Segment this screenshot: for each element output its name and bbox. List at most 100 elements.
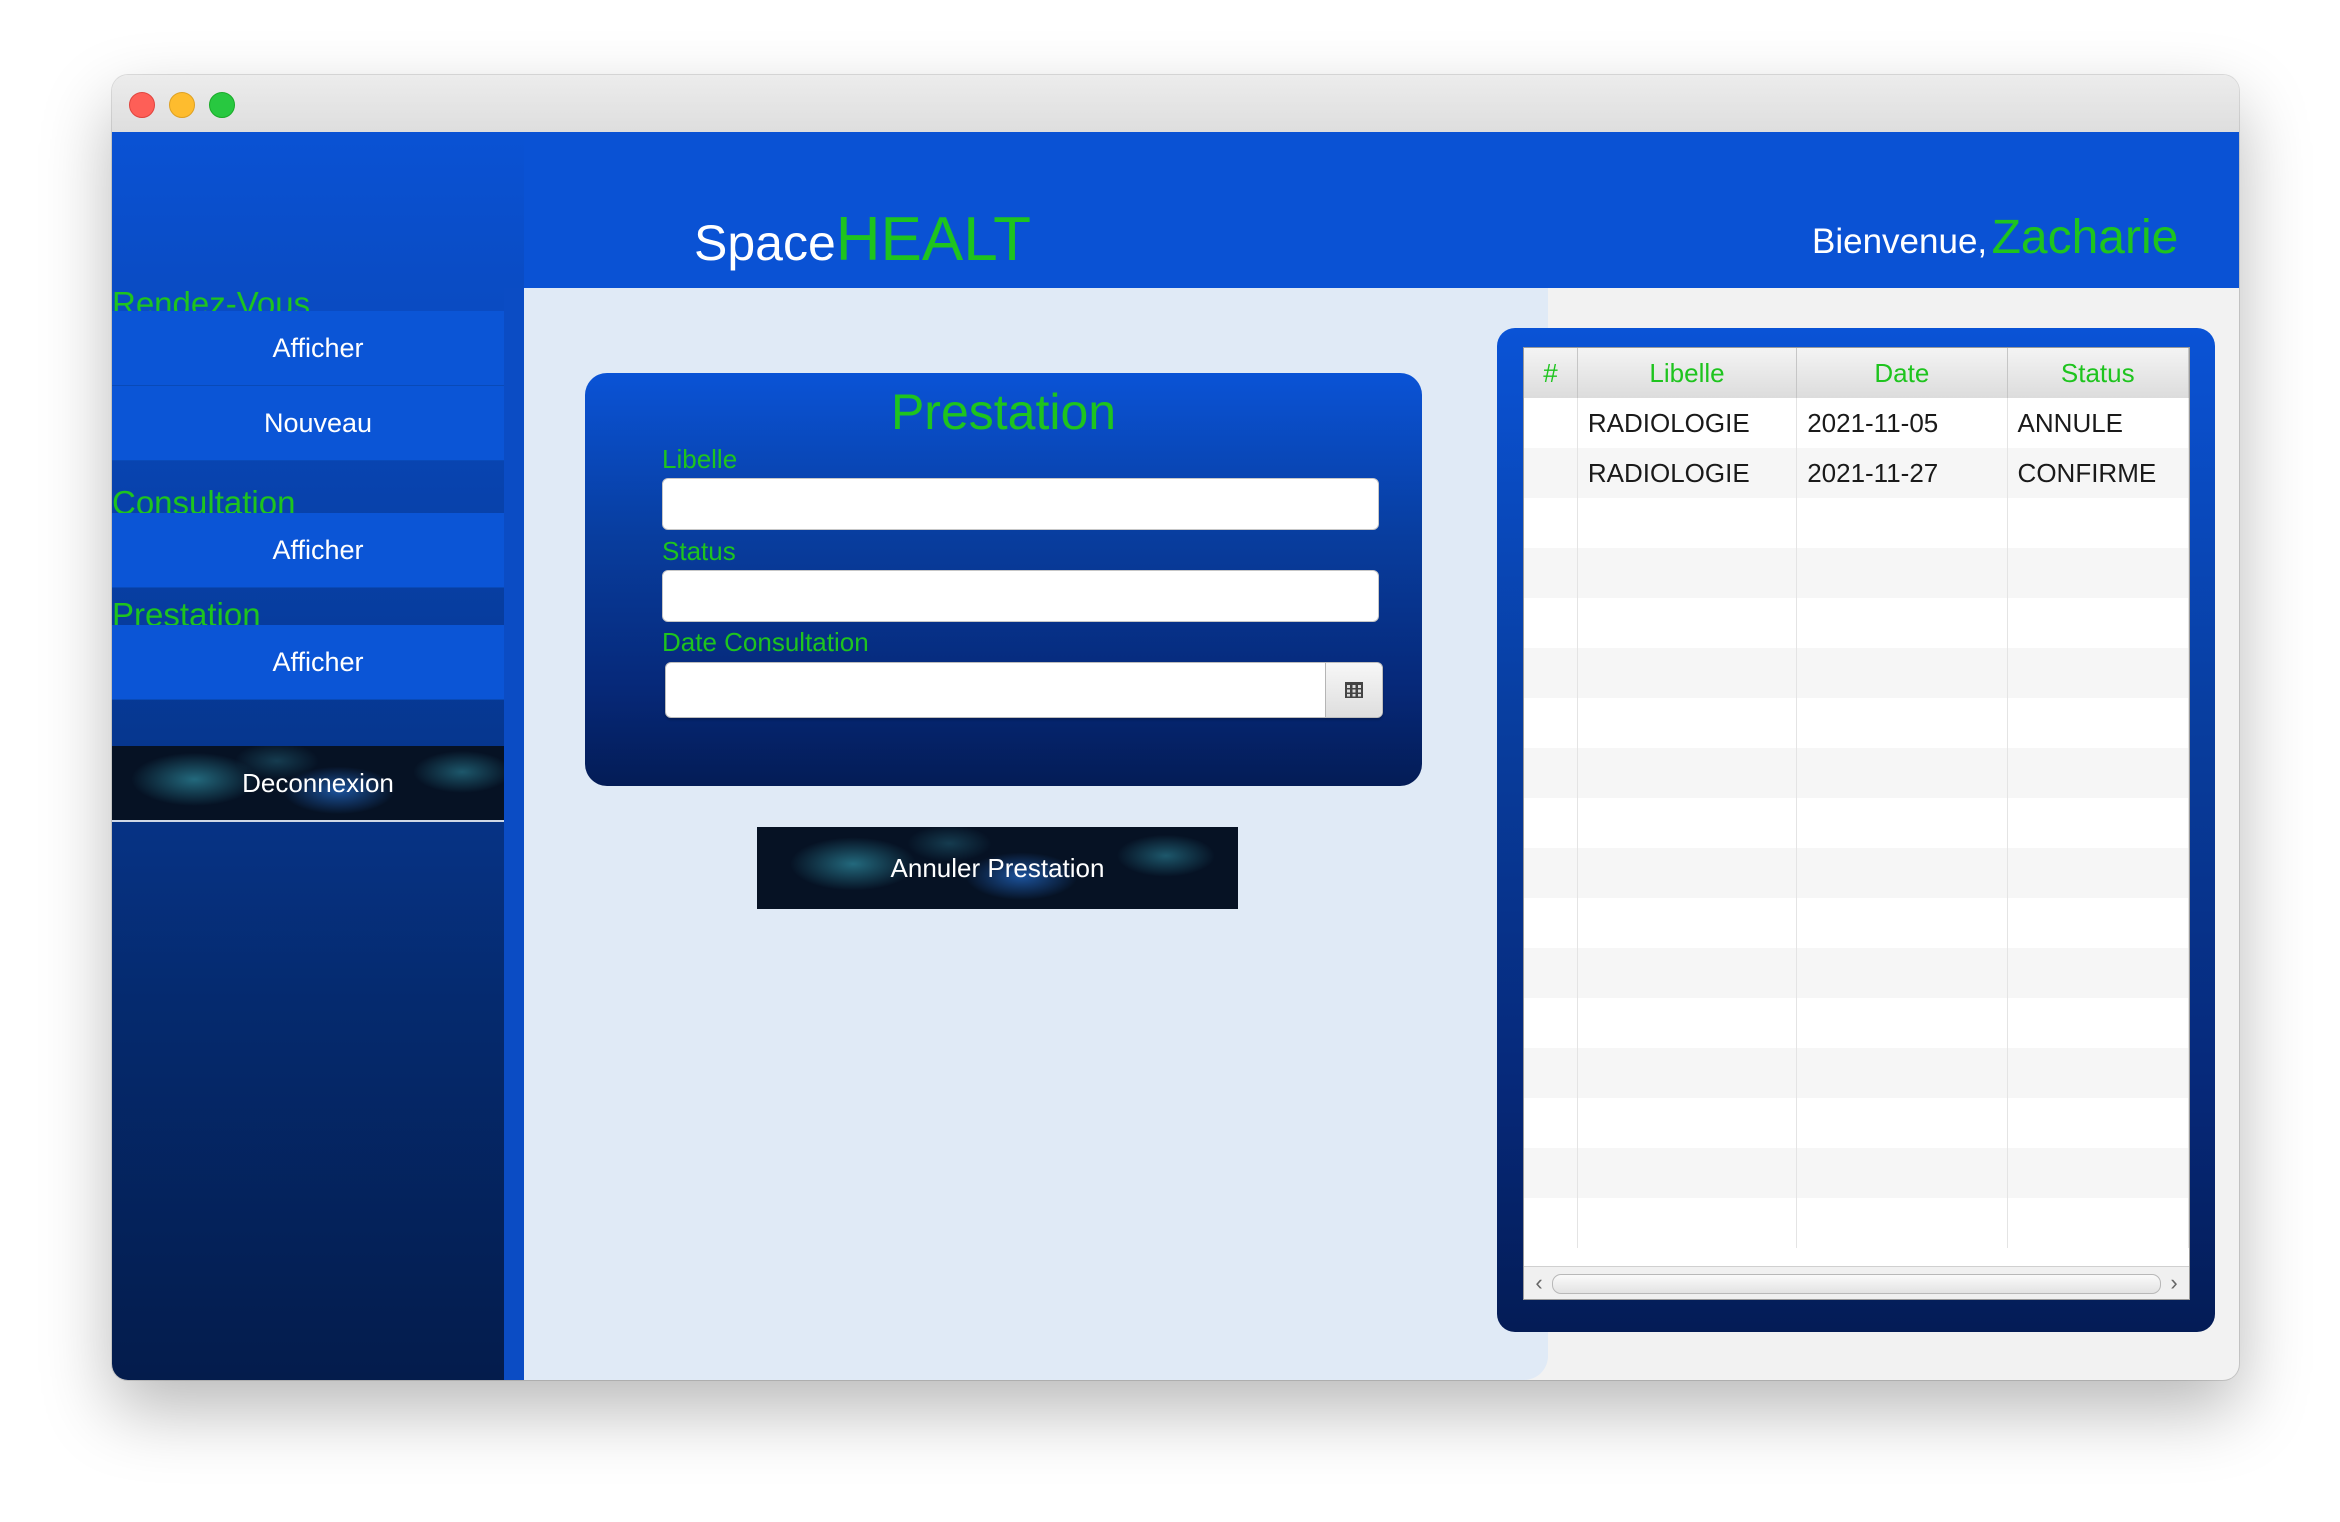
empty-cell (1524, 1198, 1578, 1248)
cell-date: 2021-11-27 (1797, 448, 2008, 498)
empty-cell (1797, 798, 2008, 848)
welcome-label: Bienvenue, (1812, 222, 1988, 261)
empty-cell (1524, 698, 1578, 748)
empty-cell (1797, 748, 2008, 798)
consultation-afficher-button[interactable]: Afficher (112, 513, 524, 588)
empty-cell (1797, 1148, 2008, 1198)
empty-cell (2008, 648, 2189, 698)
scrollbar-thumb[interactable] (1552, 1274, 2161, 1294)
empty-table-row (1524, 1098, 2189, 1148)
empty-cell (1578, 1098, 1798, 1148)
empty-cell (2008, 498, 2189, 548)
rendez-vous-afficher-button[interactable]: Afficher (112, 311, 524, 386)
date-consultation-label: Date Consultation (662, 627, 869, 657)
annuler-prestation-button[interactable]: Annuler Prestation (757, 827, 1238, 909)
empty-cell (1524, 948, 1578, 998)
empty-cell (1797, 548, 2008, 598)
empty-cell (1797, 998, 2008, 1048)
empty-cell (1524, 1048, 1578, 1098)
table-header: # Libelle Date Status (1524, 348, 2189, 399)
brand-healt: HEALT (835, 205, 1032, 274)
user-name: Zacharie (1991, 211, 2179, 264)
empty-cell (1578, 1198, 1798, 1248)
window-titlebar (112, 75, 2239, 133)
empty-table-row (1524, 1048, 2189, 1098)
date-consultation-picker[interactable] (665, 662, 1383, 718)
libelle-label: Libelle (662, 444, 738, 474)
cell-status: CONFIRME (2008, 448, 2189, 498)
chevron-left-icon[interactable]: ‹ (1528, 1267, 1550, 1299)
empty-cell (1578, 598, 1798, 648)
empty-cell (1797, 1098, 2008, 1148)
welcome-message: Bienvenue, Zacharie (1812, 210, 2178, 265)
empty-table-row (1524, 548, 2189, 598)
empty-table-row (1524, 698, 2189, 748)
libelle-input[interactable] (662, 478, 1379, 530)
empty-cell (1524, 548, 1578, 598)
table-row[interactable]: RADIOLOGIE 2021-11-05 ANNULE (1524, 398, 2189, 448)
empty-cell (2008, 998, 2189, 1048)
table-row[interactable]: RADIOLOGIE 2021-11-27 CONFIRME (1524, 448, 2189, 498)
empty-cell (2008, 848, 2189, 898)
column-header-number[interactable]: # (1524, 348, 1578, 398)
empty-cell (1578, 498, 1798, 548)
empty-cell (1578, 698, 1798, 748)
rendez-vous-nouveau-button[interactable]: Nouveau (112, 386, 524, 461)
app-brand: SpaceHEALT (694, 204, 1031, 275)
cell-libelle: RADIOLOGIE (1578, 448, 1798, 498)
empty-cell (1524, 498, 1578, 548)
empty-table-row (1524, 798, 2189, 848)
status-label: Status (662, 536, 736, 566)
empty-cell (1578, 1148, 1798, 1198)
close-window-button[interactable] (129, 92, 155, 118)
deconnexion-button[interactable]: Deconnexion (112, 746, 524, 822)
empty-cell (1797, 648, 2008, 698)
date-consultation-input[interactable] (666, 663, 1325, 717)
empty-table-row (1524, 898, 2189, 948)
empty-cell (1578, 848, 1798, 898)
minimize-window-button[interactable] (169, 92, 195, 118)
prestation-table[interactable]: # Libelle Date Status RADIOLOGIE 2021-11-… (1523, 347, 2190, 1300)
empty-cell (2008, 1198, 2189, 1248)
column-header-date[interactable]: Date (1797, 348, 2008, 398)
cell-libelle: RADIOLOGIE (1578, 398, 1798, 448)
empty-cell (1797, 1198, 2008, 1248)
empty-cell (1578, 748, 1798, 798)
empty-cell (1524, 648, 1578, 698)
empty-cell (1524, 598, 1578, 648)
cell-number (1524, 448, 1578, 498)
empty-table-row (1524, 948, 2189, 998)
empty-cell (1797, 948, 2008, 998)
empty-cell (1797, 898, 2008, 948)
empty-cell (1578, 798, 1798, 848)
top-header: SpaceHEALT Bienvenue, Zacharie (524, 132, 2239, 288)
empty-cell (1578, 648, 1798, 698)
cell-number (1524, 398, 1578, 448)
maximize-window-button[interactable] (209, 92, 235, 118)
empty-cell (2008, 798, 2189, 848)
brand-space: Space (694, 215, 836, 271)
empty-table-row (1524, 648, 2189, 698)
empty-cell (2008, 698, 2189, 748)
empty-table-row (1524, 1198, 2189, 1248)
empty-cell (1524, 848, 1578, 898)
calendar-icon[interactable] (1325, 663, 1382, 717)
empty-table-row (1524, 848, 2189, 898)
empty-table-row (1524, 1148, 2189, 1198)
empty-cell (1797, 848, 2008, 898)
horizontal-scrollbar[interactable]: ‹ › (1524, 1266, 2189, 1299)
empty-cell (2008, 1098, 2189, 1148)
empty-cell (1524, 798, 1578, 848)
empty-cell (1578, 998, 1798, 1048)
empty-cell (2008, 598, 2189, 648)
prestation-afficher-button[interactable]: Afficher (112, 625, 524, 700)
status-input[interactable] (662, 570, 1379, 622)
chevron-right-icon[interactable]: › (2163, 1267, 2185, 1299)
column-header-libelle[interactable]: Libelle (1578, 348, 1798, 398)
empty-cell (2008, 948, 2189, 998)
column-header-status[interactable]: Status (2008, 348, 2189, 398)
empty-cell (2008, 898, 2189, 948)
empty-cell (1524, 1148, 1578, 1198)
empty-cell (1524, 998, 1578, 1048)
empty-cell (1797, 1048, 2008, 1098)
